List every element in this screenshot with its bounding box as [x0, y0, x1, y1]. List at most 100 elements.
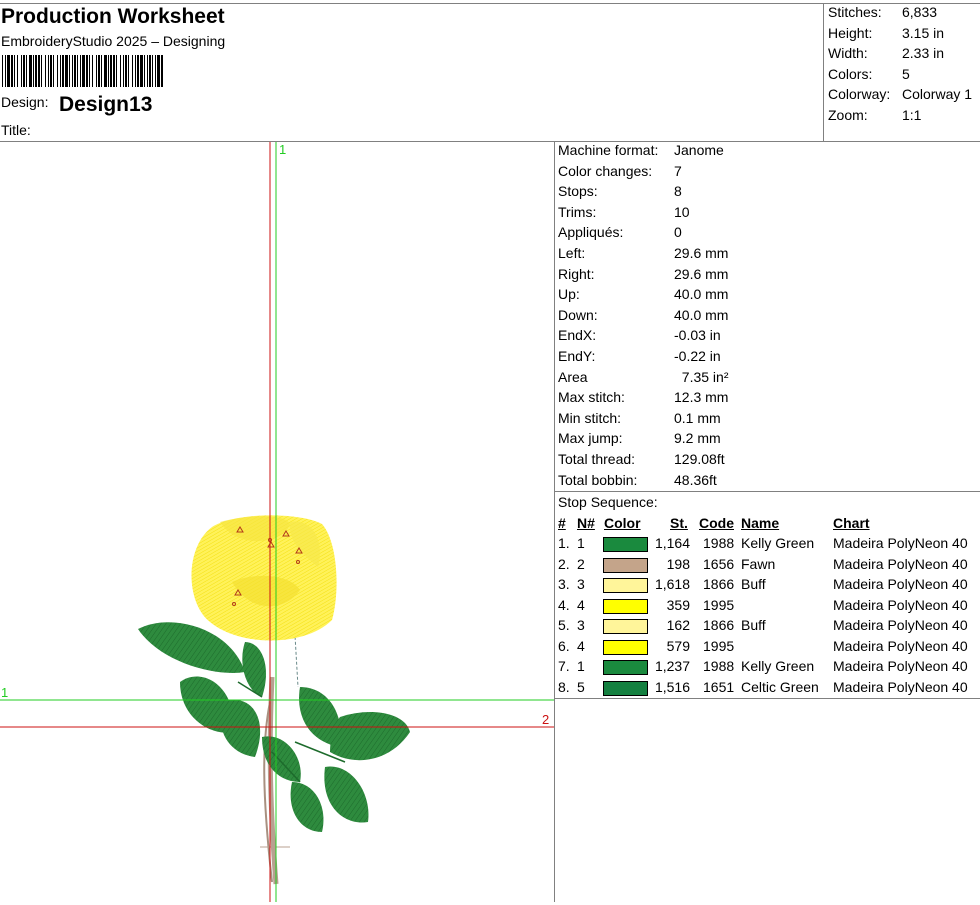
barcode-bar	[65, 55, 68, 87]
color-swatch	[603, 660, 648, 675]
detail-label: Area	[558, 368, 588, 385]
summary-divider	[823, 3, 824, 141]
detail-label: Stops:	[558, 183, 598, 200]
detail-label: Machine format:	[558, 142, 659, 158]
summary-label: Zoom:	[828, 106, 868, 123]
cell-name: Kelly Green	[741, 658, 815, 674]
barcode-bar	[147, 55, 148, 87]
cell-stitches: 1,516	[654, 678, 690, 695]
cell-chart: Madeira PolyNeon 40	[833, 576, 968, 592]
cell-needle: 5	[577, 678, 585, 695]
cell-name: Buff	[741, 617, 766, 633]
cell-chart: Madeira PolyNeon 40	[833, 637, 968, 654]
barcode-bar	[23, 55, 25, 87]
cell-index: 4.	[558, 596, 570, 613]
rose-flower	[191, 515, 337, 641]
color-swatch	[603, 639, 648, 655]
col-name: Name	[741, 515, 780, 531]
detail-label: Right:	[558, 265, 595, 282]
col-color: Color	[604, 515, 641, 531]
detail-value: 9.2 mm	[674, 430, 721, 447]
page-title: Production Worksheet	[1, 5, 225, 28]
cell-code: 1866	[703, 617, 735, 633]
cell-code: 1656	[703, 555, 735, 572]
barcode-bar	[104, 55, 107, 87]
barcode-bar	[14, 55, 15, 87]
detail-label: Color changes:	[558, 162, 653, 179]
marker-left: 1	[1, 685, 9, 700]
barcode-bar	[98, 55, 100, 87]
detail-value: 12.3 mm	[674, 389, 729, 406]
barcode-bar	[110, 55, 112, 87]
barcode-bar	[132, 55, 133, 87]
summary-value: 2.33 in	[902, 45, 945, 61]
summary-label: Height:	[828, 24, 873, 41]
title-label: Title:	[1, 122, 31, 138]
barcode-bar	[137, 55, 139, 87]
summary-label: Colorway:	[828, 86, 891, 102]
cell-index: 2.	[558, 555, 570, 572]
cell-code: 1995	[703, 596, 735, 613]
barcode-bar	[5, 55, 6, 87]
barcode-bar	[11, 55, 13, 87]
barcode-bar	[82, 55, 85, 87]
cell-stitches: 198	[666, 555, 690, 572]
cell-code: 1995	[703, 637, 735, 654]
barcode-bar	[86, 55, 88, 87]
barcode-bar	[41, 55, 42, 87]
cell-chart: Madeira PolyNeon 40	[833, 678, 968, 695]
detail-value: 29.6 mm	[674, 245, 729, 261]
barcode-bar	[48, 55, 49, 87]
detail-value: -0.03 in	[674, 327, 721, 344]
barcode-bar	[77, 55, 78, 87]
app-name: EmbroideryStudio 2025 – Designing	[1, 33, 226, 49]
barcode-bar	[80, 55, 81, 87]
barcode-bar	[62, 55, 64, 87]
detail-label: Max stitch:	[558, 389, 625, 406]
detail-label: Total thread:	[558, 451, 636, 467]
cell-needle: 3	[577, 617, 585, 633]
barcode-bar	[50, 55, 52, 87]
barcode-bar	[113, 55, 115, 87]
detail-label: Left:	[558, 245, 586, 261]
barcode-bar	[74, 55, 76, 87]
color-swatch	[603, 598, 648, 614]
barcode-bar	[7, 55, 10, 87]
detail-label: Appliqués:	[558, 224, 624, 241]
barcode-bar	[35, 55, 37, 87]
barcode-bar	[149, 55, 151, 87]
preview-divider	[554, 141, 555, 902]
barcode-bar	[157, 55, 160, 87]
barcode-bar	[45, 55, 46, 87]
barcode-bar	[152, 55, 153, 87]
cell-stitches: 359	[666, 596, 690, 613]
barcode-bar	[38, 55, 40, 87]
barcode-bar	[135, 55, 136, 87]
barcode-bar	[29, 55, 32, 87]
col-chart: Chart	[833, 515, 870, 531]
summary-label: Stitches:	[828, 4, 882, 20]
cell-needle: 4	[577, 637, 585, 654]
cell-needle: 3	[577, 576, 585, 592]
barcode-bar	[123, 55, 124, 87]
sequence-bottom	[554, 698, 980, 699]
cell-stitches: 1,164	[654, 535, 690, 551]
cell-code: 1866	[703, 576, 735, 592]
detail-value: 40.0 mm	[674, 286, 729, 303]
detail-label: Min stitch:	[558, 409, 622, 426]
marker-top: 1	[279, 142, 287, 157]
cell-stitches: 1,237	[654, 658, 690, 674]
cell-needle: 1	[577, 535, 585, 551]
color-swatch	[603, 537, 648, 552]
summary-value: 5	[902, 65, 910, 82]
barcode-bar	[120, 55, 121, 87]
cell-index: 1.	[558, 535, 570, 551]
detail-value: 40.0 mm	[674, 306, 729, 323]
col-index: #	[558, 515, 566, 531]
detail-value: 10	[674, 203, 690, 220]
detail-label: Max jump:	[558, 430, 623, 447]
barcode-bar	[2, 55, 3, 87]
detail-label: Trims:	[558, 203, 597, 220]
barcode-bar	[101, 55, 102, 87]
summary-value: 3.15 in	[902, 24, 945, 41]
